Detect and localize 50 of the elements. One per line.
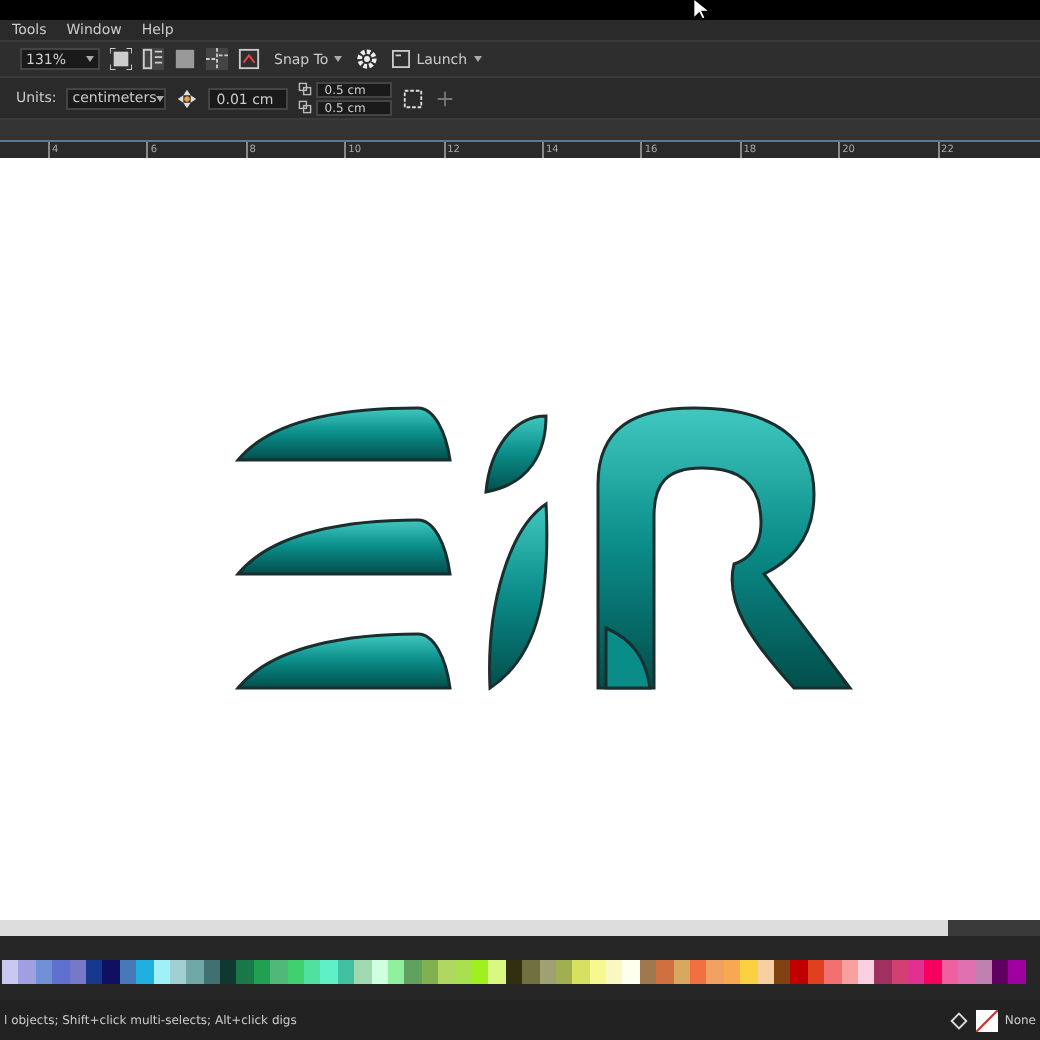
color-swatch[interactable]: [706, 960, 724, 984]
color-swatch[interactable]: [438, 960, 456, 984]
color-swatch[interactable]: [924, 960, 942, 984]
color-swatch[interactable]: [220, 960, 237, 984]
color-swatch[interactable]: [908, 960, 925, 984]
color-swatch[interactable]: [354, 960, 372, 984]
color-swatch[interactable]: [790, 960, 808, 984]
guidelines-icon[interactable]: [206, 48, 228, 70]
snap-icon[interactable]: [238, 48, 260, 70]
color-swatch[interactable]: [522, 960, 539, 984]
color-swatch[interactable]: [236, 960, 254, 984]
settings-icon[interactable]: [356, 48, 379, 70]
nudge-icon: [176, 87, 199, 109]
caret-icon: [334, 56, 343, 62]
duplicate-y-icon: [298, 100, 313, 114]
color-swatch[interactable]: [1008, 960, 1026, 984]
color-swatch[interactable]: [320, 960, 338, 984]
color-swatch[interactable]: [824, 960, 842, 984]
caret-icon: [473, 56, 482, 62]
page-icon[interactable]: [174, 48, 196, 70]
color-swatch[interactable]: [622, 960, 640, 984]
color-swatch[interactable]: [740, 960, 758, 984]
selection-icon[interactable]: [402, 87, 425, 109]
color-swatch[interactable]: [186, 960, 204, 984]
zoom-to-page-icon[interactable]: [110, 48, 132, 70]
color-swatch[interactable]: [102, 960, 120, 984]
horizontal-scrollbar[interactable]: [0, 920, 1040, 936]
window-icon: [392, 50, 411, 68]
dropdown-arrow-icon: [86, 56, 94, 62]
color-swatch[interactable]: [52, 960, 70, 984]
color-swatch[interactable]: [304, 960, 321, 984]
no-fill-swatch-icon: [976, 1009, 999, 1031]
color-swatch[interactable]: [488, 960, 506, 984]
color-swatch[interactable]: [992, 960, 1009, 984]
scrollbar-thumb[interactable]: [948, 920, 1040, 936]
add-icon[interactable]: [434, 87, 457, 109]
color-swatch[interactable]: [874, 960, 892, 984]
mouse-pointer-icon: [694, 0, 708, 20]
color-swatch[interactable]: [136, 960, 154, 984]
color-swatch[interactable]: [2, 960, 19, 984]
color-swatch[interactable]: [690, 960, 707, 984]
color-swatch[interactable]: [18, 960, 36, 984]
color-swatch[interactable]: [656, 960, 674, 984]
color-swatch[interactable]: [958, 960, 976, 984]
duplicate-x-icon: [298, 82, 313, 96]
color-swatch[interactable]: [404, 960, 422, 984]
color-swatch[interactable]: [270, 960, 288, 984]
color-swatch[interactable]: [606, 960, 623, 984]
layout-icon[interactable]: [142, 48, 164, 70]
color-swatch[interactable]: [572, 960, 590, 984]
